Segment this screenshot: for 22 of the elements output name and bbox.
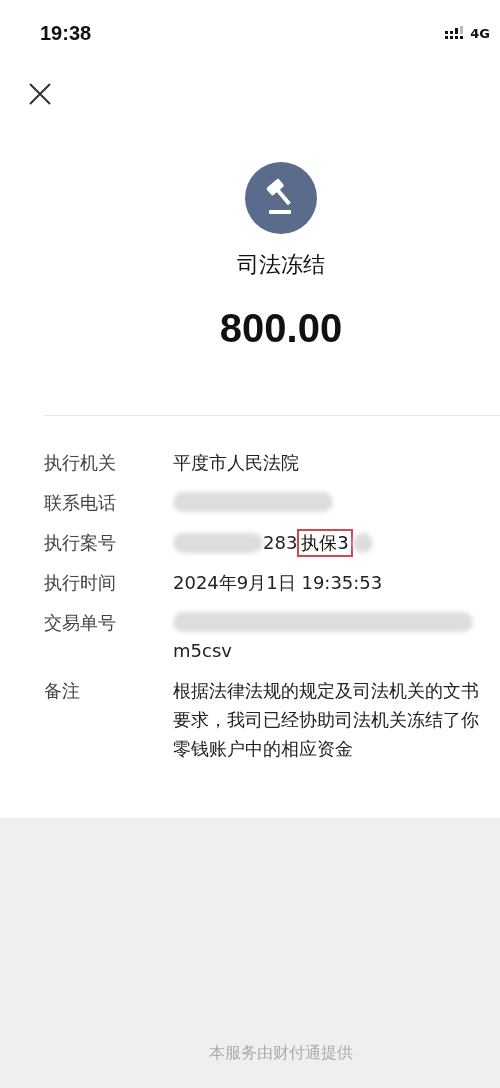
amount: 800.00 [219, 306, 343, 351]
close-icon [28, 82, 52, 106]
field-value: 平度市人民法院 [173, 451, 300, 475]
field-value: 2024年9月1日 19:35:53 [173, 571, 384, 595]
field-value: m5csv [173, 639, 233, 663]
field-label: 交易单号 [44, 611, 117, 635]
network-label: 4G [470, 25, 490, 41]
close-button[interactable] [28, 82, 52, 106]
status-time: 19:38 [40, 21, 92, 45]
highlighted-text: 执保3 [297, 528, 353, 557]
gavel-icon [245, 162, 317, 234]
page-title: 司法冻结 [237, 251, 325, 279]
field-value: 283 [263, 531, 298, 555]
field-label: 执行机关 [44, 451, 117, 475]
field-label: 备注 [44, 679, 81, 703]
redaction-mark [352, 532, 373, 553]
field-label: 执行案号 [44, 531, 117, 555]
footer-note: 本服务由财付通提供 [209, 1043, 353, 1064]
field-label: 联系电话 [44, 491, 117, 515]
field-value: 根据法律法规的规定及司法机关的文书要求，我司已经协助司法机关冻结了你零钱账户中的相应资金 [173, 679, 480, 761]
signal-icon [445, 26, 466, 40]
field-label: 执行时间 [44, 571, 117, 595]
